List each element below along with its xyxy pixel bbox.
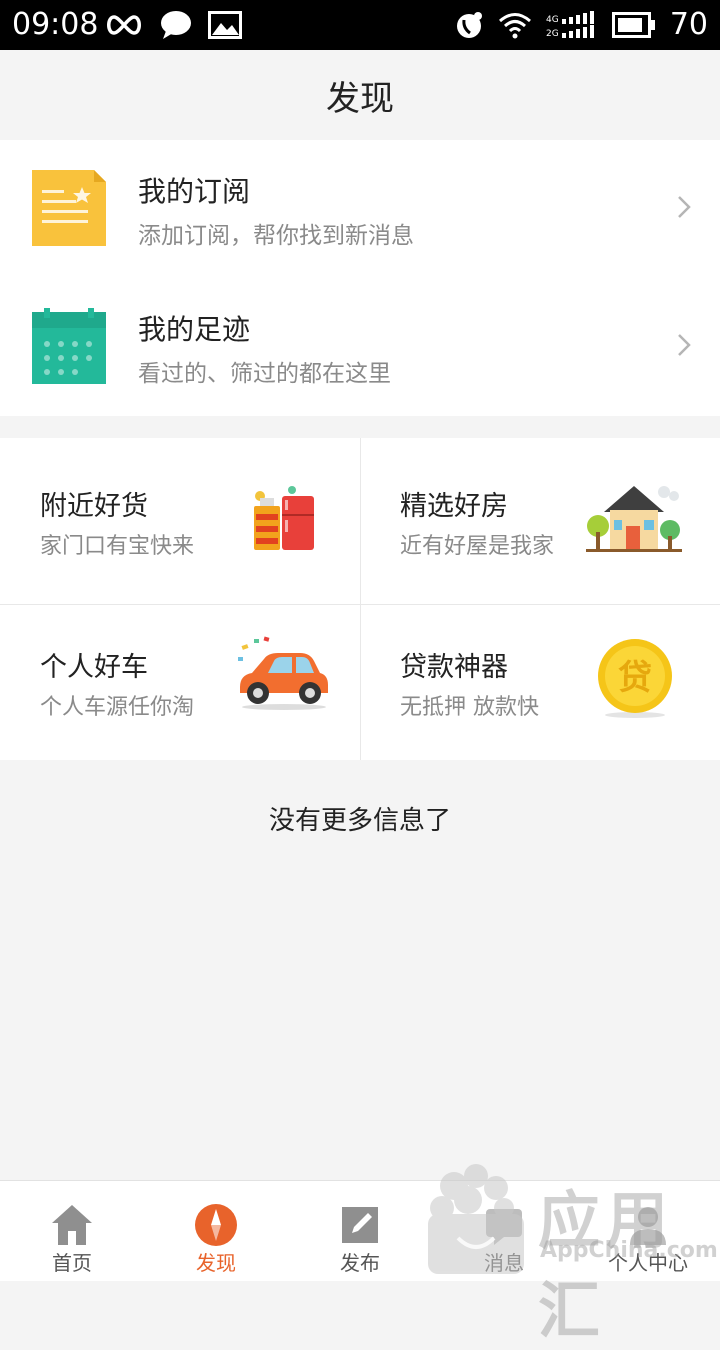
nav-item-home[interactable]: 首页 — [0, 1181, 144, 1281]
list-item-history[interactable]: 我的足迹 看过的、筛过的都在这里 — [0, 278, 720, 416]
house-icon — [586, 486, 682, 552]
grid-item-title: 个人好车 — [40, 652, 148, 683]
nav-label: 发现 — [196, 1251, 236, 1275]
calendar-icon — [32, 308, 106, 384]
chevron-right-icon — [678, 334, 691, 356]
grid-item-title: 附近好货 — [40, 491, 148, 522]
list-item-title: 我的足迹 — [138, 313, 251, 346]
grid-item-subtitle: 近有好屋是我家 — [400, 534, 555, 559]
grid-item-title: 贷款神器 — [400, 652, 508, 683]
svg-text:4G: 4G — [546, 15, 559, 25]
svg-text:2G: 2G — [546, 29, 559, 39]
document-star-icon — [32, 170, 106, 246]
grid-item-title: 精选好房 — [400, 491, 508, 522]
coin-text: 贷 — [618, 658, 652, 698]
list-item-subscriptions[interactable]: 我的订阅 添加订阅，帮你找到新消息 — [0, 140, 720, 278]
battery-level: 70 — [669, 7, 708, 42]
chat-bubble-icon — [161, 11, 191, 39]
page-header: 发现 — [0, 50, 720, 140]
nav-label: 首页 — [52, 1251, 92, 1275]
end-of-list-text: 没有更多信息了 — [268, 806, 451, 836]
status-time: 09:08 — [12, 7, 99, 42]
grid-item-nearby-goods[interactable]: 附近好货 家门口有宝快来 — [0, 438, 360, 599]
nav-item-discover[interactable]: 发现 — [144, 1181, 288, 1281]
person-icon — [630, 1207, 666, 1245]
infinity-icon — [107, 15, 141, 35]
grid-item-subtitle: 无抵押 放款快 — [400, 695, 539, 720]
chevron-right-icon — [678, 196, 691, 218]
nav-item-publish[interactable]: 发布 — [288, 1181, 432, 1281]
image-icon — [208, 11, 242, 39]
signal-icon: 4G 2G — [546, 11, 594, 39]
nav-item-profile[interactable]: 个人中心 — [576, 1181, 720, 1281]
phone-icon — [456, 12, 482, 38]
bottom-navigation: 首页 发现 发布 消息 个人中心 — [0, 1180, 720, 1281]
grid-item-featured-homes[interactable]: 精选好房 近有好屋是我家 — [360, 438, 720, 599]
nav-label: 发布 — [340, 1251, 380, 1275]
nav-label: 消息 — [484, 1251, 524, 1275]
status-bar: 09:08 4G 2G 70 — [0, 0, 720, 50]
grid-item-personal-cars[interactable]: 个人好车 个人车源任你淘 — [0, 599, 360, 760]
grid-item-subtitle: 家门口有宝快来 — [40, 534, 195, 559]
home-icon — [52, 1205, 92, 1245]
nav-item-messages[interactable]: 消息 — [432, 1181, 576, 1281]
feature-list: 我的订阅 添加订阅，帮你找到新消息 我的足迹 看过的、筛过的都在这里 — [0, 140, 720, 416]
edit-icon — [342, 1207, 378, 1243]
nav-label: 个人中心 — [608, 1251, 688, 1275]
battery-icon — [611, 12, 655, 38]
grid-item-loans[interactable]: 贷款神器 无抵押 放款快 贷 — [360, 599, 720, 760]
list-item-title: 我的订阅 — [138, 175, 251, 208]
page-title: 发现 — [326, 78, 394, 119]
list-item-subtitle: 看过的、筛过的都在这里 — [138, 361, 391, 387]
coin-icon: 贷 — [598, 639, 672, 718]
grid-item-subtitle: 个人车源任你淘 — [40, 695, 195, 720]
car-icon — [238, 636, 328, 710]
compass-icon — [195, 1204, 237, 1246]
category-grid: 附近好货 家门口有宝快来 精选好房 近有好屋是我家 个人好车 个人车源任你淘 贷… — [0, 438, 720, 760]
message-icon — [486, 1209, 522, 1245]
appliances-icon — [254, 486, 314, 550]
wifi-icon — [498, 13, 531, 39]
list-item-subtitle: 添加订阅，帮你找到新消息 — [138, 223, 414, 249]
